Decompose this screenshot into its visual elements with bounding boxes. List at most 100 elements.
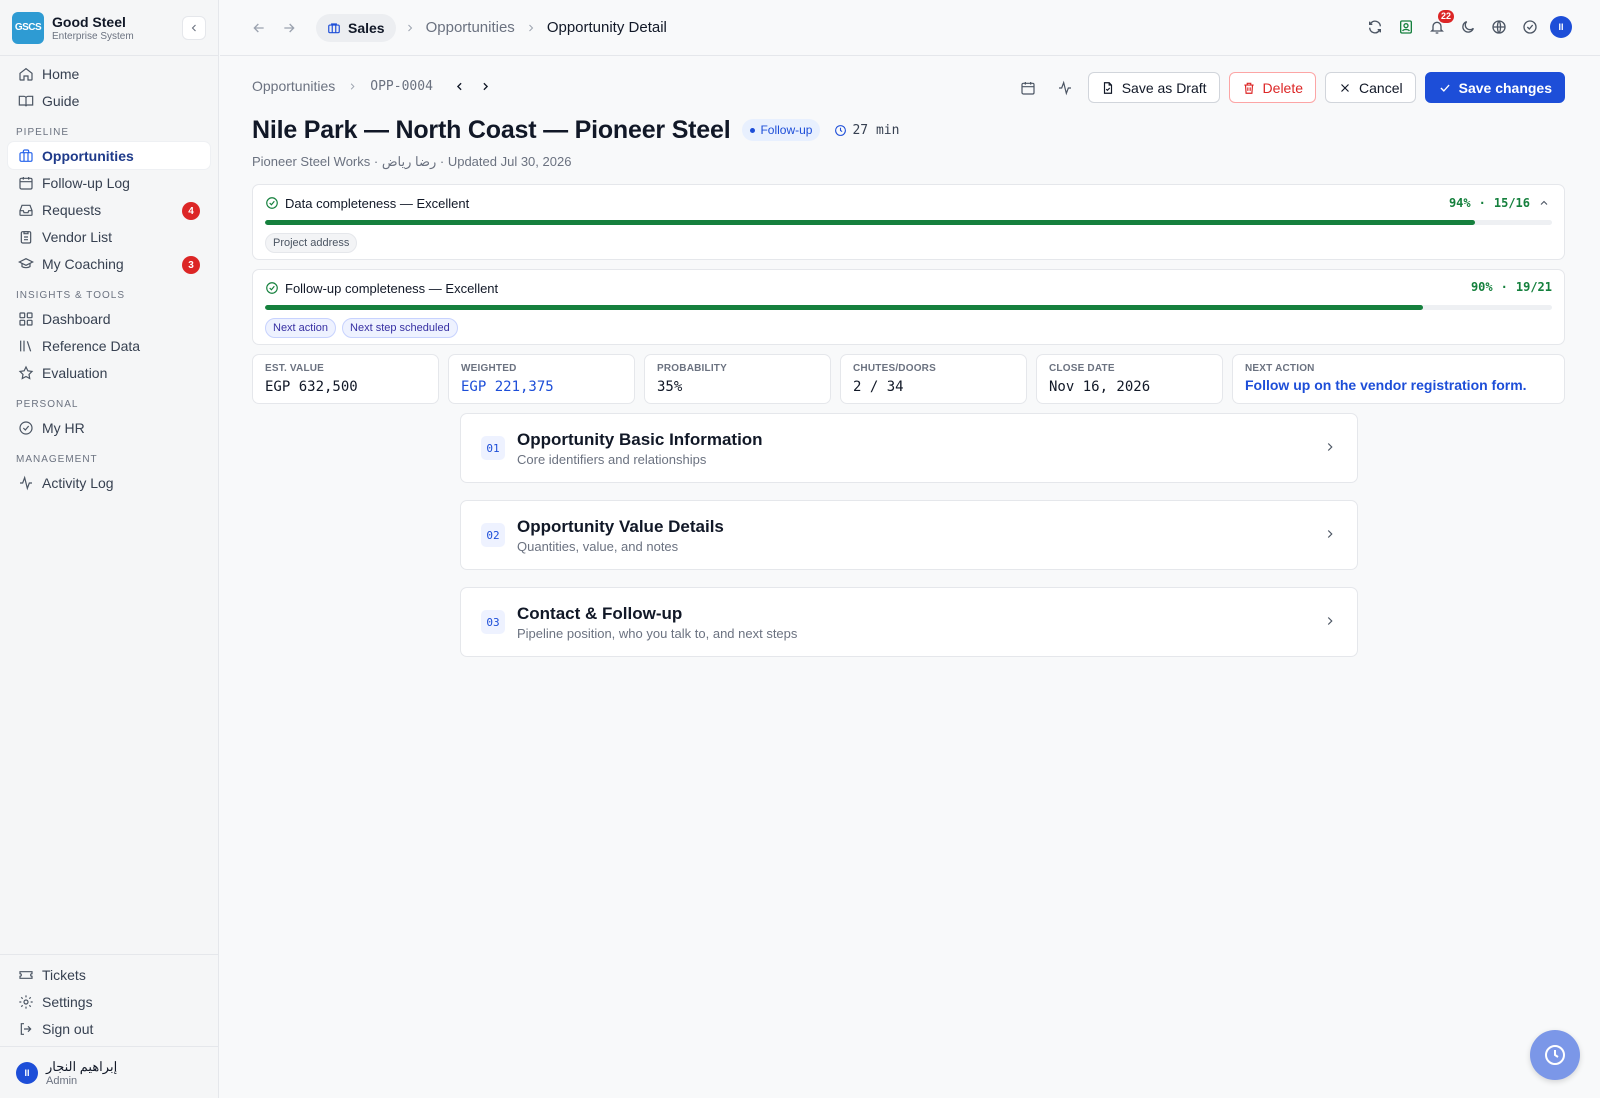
kpi-label: NEXT ACTION (1245, 363, 1315, 374)
missing-item-tag[interactable]: Next step scheduled (342, 318, 458, 338)
sidebar-item-guide[interactable]: Guide (8, 87, 210, 114)
status-button[interactable] (1519, 16, 1541, 38)
collapse-completeness-button[interactable] (1536, 195, 1552, 211)
completeness-label: Follow-up completeness — Excellent (285, 280, 499, 296)
sidebar-item-label: Activity Log (42, 474, 114, 491)
section-contact-follow-up[interactable]: 03 Contact & Follow-up Pipeline position… (460, 587, 1358, 657)
language-button[interactable] (1488, 16, 1510, 38)
sub-breadcrumb[interactable]: Opportunities (252, 78, 335, 94)
sidebar-item-label: Home (42, 65, 80, 82)
section-title: Contact & Follow-up (517, 603, 683, 623)
sidebar-item-requests[interactable]: Requests 4 (8, 196, 210, 223)
clock-icon (835, 124, 847, 136)
activity-button[interactable] (1051, 74, 1079, 102)
breadcrumb-current: Opportunity Detail (546, 19, 667, 36)
sidebar: GSCS Good Steel Enterprise System Home G… (0, 0, 219, 1098)
grid-icon (19, 311, 33, 326)
section-number: 03 (481, 610, 505, 634)
missing-field-tag[interactable]: Project address (265, 233, 358, 253)
time-tracker-button[interactable] (1530, 1030, 1580, 1080)
calendar-icon (1021, 81, 1035, 95)
chevron-right-icon (1327, 617, 1333, 625)
status-badge[interactable]: Follow-up (742, 119, 821, 141)
sidebar-item-evaluation[interactable]: Evaluation (8, 359, 210, 386)
sidebar-item-vendor-list[interactable]: Vendor List (8, 223, 210, 250)
sidebar-item-reference-data[interactable]: Reference Data (8, 332, 210, 359)
check-circle-icon (1523, 20, 1537, 34)
chevron-right-icon (528, 24, 534, 31)
sidebar-item-home[interactable]: Home (8, 60, 210, 87)
contacts-button[interactable] (1395, 16, 1417, 38)
user-profile[interactable]: II إبراهيم النجار Admin (0, 1046, 219, 1098)
save-changes-button[interactable]: Save changes (1424, 72, 1565, 103)
record-header: Nile Park — North Coast — Pioneer Steel … (252, 112, 1565, 148)
previous-record-button[interactable] (449, 75, 471, 97)
notifications-button[interactable]: 22 (1426, 10, 1454, 38)
sidebar-item-label: Follow-up Log (42, 174, 130, 191)
brand-logo[interactable]: GSCS (12, 11, 44, 44)
requests-count-badge: 4 (182, 202, 200, 220)
breadcrumb-opportunities[interactable]: Opportunities (426, 19, 515, 36)
sidebar-item-label: Sign out (42, 1020, 94, 1037)
coaching-count-badge: 3 (182, 256, 200, 274)
activity-icon (1058, 80, 1071, 95)
module-switcher[interactable]: Sales (316, 13, 396, 42)
theme-toggle[interactable] (1457, 16, 1479, 38)
kpi-label: CLOSE DATE (1049, 363, 1115, 374)
save-draft-button[interactable]: Save as Draft (1087, 72, 1220, 103)
delete-button[interactable]: Delete (1228, 72, 1317, 103)
top-avatar[interactable]: II (1550, 16, 1572, 38)
next-action-link[interactable]: Follow up on the vendor registration for… (1245, 377, 1552, 393)
section-value-details[interactable]: 02 Opportunity Value Details Quantities,… (460, 500, 1358, 570)
record-meta: Pioneer Steel Works · رضا رياض · Updated… (252, 154, 572, 169)
cancel-button[interactable]: Cancel (1325, 72, 1416, 103)
sidebar-item-opportunities[interactable]: Opportunities (8, 142, 210, 169)
sidebar-item-tickets[interactable]: Tickets (8, 961, 211, 988)
book-icon (18, 95, 34, 106)
globe-icon (1492, 20, 1506, 34)
sidebar-item-my-coaching[interactable]: My Coaching 3 (8, 250, 210, 277)
completeness-percent: 94% (1448, 196, 1471, 210)
next-record-button[interactable] (475, 75, 497, 97)
sidebar-item-follow-up-log[interactable]: Follow-up Log (8, 169, 210, 196)
kpi-label: WEIGHTED (461, 363, 517, 374)
kpi-next-action: NEXT ACTION Follow up on the vendor regi… (1232, 354, 1565, 404)
kpi-value: Nov 16, 2026 (1049, 379, 1151, 395)
section-number: 02 (481, 523, 505, 547)
check-circle-icon (266, 197, 278, 209)
missing-item-tag[interactable]: Next action (265, 318, 337, 338)
sidebar-item-activity-log[interactable]: Activity Log (8, 469, 210, 496)
chevron-left-icon (457, 82, 462, 90)
clipboard-icon (20, 230, 32, 244)
cancel-label: Cancel (1359, 79, 1403, 96)
section-basic-information[interactable]: 01 Opportunity Basic Information Core id… (460, 413, 1358, 483)
save-changes-label: Save changes (1458, 79, 1552, 96)
data-completeness-card: Data completeness — Excellent 94% · 15/1… (252, 184, 1565, 260)
sidebar-item-settings[interactable]: Settings (8, 988, 211, 1015)
close-icon (1341, 83, 1349, 92)
section-title: Opportunity Value Details (517, 516, 724, 536)
delete-label: Delete (1262, 79, 1304, 96)
kpi-strip: EST. VALUE EGP 632,500 WEIGHTED EGP 221,… (252, 354, 1565, 404)
chevron-right-icon (351, 82, 355, 90)
collapse-sidebar-button[interactable] (182, 16, 206, 40)
nav-section-title: INSIGHTS & TOOLS (16, 290, 125, 301)
sidebar-item-label: Tickets (42, 966, 86, 983)
sidebar-item-dashboard[interactable]: Dashboard (8, 305, 210, 332)
sidebar-nav: Home Guide PIPELINE Opportunities Follow… (0, 56, 218, 500)
refresh-button[interactable] (1364, 16, 1386, 38)
forward-button[interactable] (278, 17, 300, 39)
sidebar-item-sign-out[interactable]: Sign out (8, 1015, 211, 1042)
data-completeness-bar (265, 220, 1552, 225)
schedule-button[interactable] (1014, 74, 1042, 102)
chevron-up-icon (1540, 200, 1548, 205)
avatar: II (16, 1061, 38, 1084)
completeness-count: 15/16 (1493, 196, 1530, 210)
chevron-right-icon (1327, 443, 1333, 451)
sidebar-item-label: Evaluation (42, 364, 108, 381)
back-button[interactable] (248, 17, 270, 39)
arrow-left-icon (253, 23, 264, 32)
sidebar-item-label: My Coaching (42, 255, 124, 272)
sidebar-item-my-hr[interactable]: My HR (8, 414, 210, 441)
section-title: Opportunity Basic Information (517, 429, 763, 449)
